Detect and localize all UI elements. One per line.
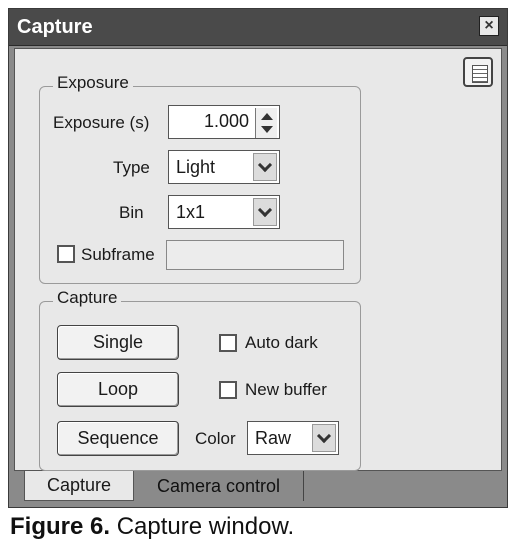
- figure-text: Capture window.: [110, 513, 295, 540]
- close-icon[interactable]: ×: [479, 16, 499, 36]
- figure-caption: Figure 6. Capture window.: [10, 513, 294, 541]
- type-value: Light: [176, 157, 216, 177]
- type-select[interactable]: Light: [168, 150, 280, 184]
- title-bar[interactable]: Capture ×: [9, 9, 507, 46]
- single-button[interactable]: Single: [57, 325, 179, 360]
- type-label: Type: [113, 158, 150, 177]
- chevron-down-icon[interactable]: [253, 153, 277, 181]
- auto-dark-checkbox[interactable]: [219, 334, 237, 352]
- subframe-label: Subframe: [81, 245, 155, 264]
- exposure-label: Exposure (s): [53, 113, 150, 132]
- color-value: Raw: [255, 428, 292, 448]
- exposure-spinbox[interactable]: 1.000: [168, 105, 280, 139]
- chevron-down-icon[interactable]: [253, 198, 277, 226]
- new-buffer-label: New buffer: [245, 380, 327, 399]
- bin-select[interactable]: 1x1: [168, 195, 280, 229]
- color-label: Color: [195, 429, 236, 448]
- window-title: Capture: [17, 16, 93, 38]
- capture-window: Capture × Exposure Exposure (s) 1.000 Ty…: [8, 8, 508, 508]
- bin-value: 1x1: [176, 202, 206, 222]
- capture-legend: Capture: [53, 288, 122, 308]
- sequence-button[interactable]: Sequence: [57, 421, 179, 456]
- exposure-legend: Exposure: [53, 73, 133, 93]
- auto-dark-label: Auto dark: [245, 333, 318, 352]
- color-select[interactable]: Raw: [247, 421, 339, 455]
- capture-panel: Exposure Exposure (s) 1.000 Type Light B…: [14, 48, 502, 471]
- subframe-checkbox[interactable]: [57, 245, 75, 263]
- menu-icon[interactable]: [463, 57, 493, 87]
- tab-camera-control[interactable]: Camera control: [134, 471, 304, 501]
- tab-bar: Capture Camera control: [14, 471, 502, 501]
- loop-button[interactable]: Loop: [57, 372, 179, 407]
- spin-arrows-icon[interactable]: [255, 108, 277, 138]
- bin-label: Bin: [119, 203, 144, 222]
- tab-capture[interactable]: Capture: [24, 471, 134, 501]
- exposure-value: 1.000: [203, 111, 249, 131]
- figure-number: Figure 6.: [10, 513, 111, 540]
- chevron-down-icon[interactable]: [312, 424, 336, 452]
- new-buffer-checkbox[interactable]: [219, 381, 237, 399]
- subframe-field[interactable]: [166, 240, 344, 270]
